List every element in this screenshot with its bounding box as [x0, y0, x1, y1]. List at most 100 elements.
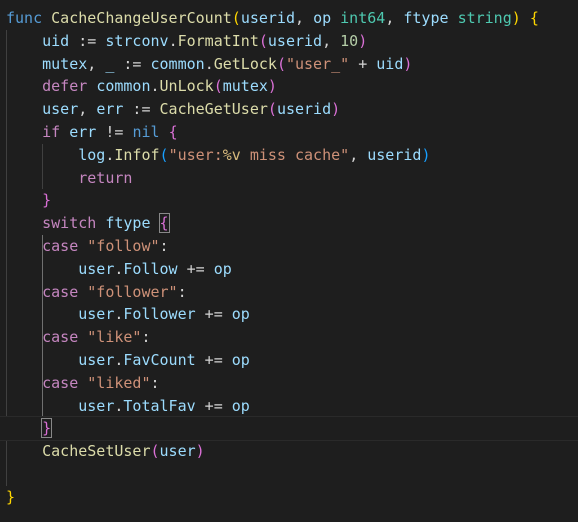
- code-token: userid: [276, 100, 332, 119]
- code-token: .: [168, 31, 178, 50]
- code-token: ,: [349, 145, 368, 164]
- code-line[interactable]: user.FavCount += op: [0, 349, 578, 372]
- code-token: :: [177, 282, 187, 301]
- code-token: .: [150, 77, 160, 96]
- code-token: :: [159, 237, 169, 255]
- code-token: return: [78, 168, 133, 187]
- code-token: Follow: [123, 259, 178, 278]
- code-line[interactable]: case "like":: [0, 326, 578, 349]
- code-token: common: [150, 54, 205, 73]
- code-token: case: [42, 237, 79, 255]
- code-token: .: [204, 54, 214, 73]
- code-token: UnLock: [159, 77, 214, 96]
- code-token: Infof: [114, 145, 160, 164]
- code-token: (: [231, 9, 241, 27]
- code-token: :=: [69, 31, 106, 50]
- code-line[interactable]: }: [0, 189, 578, 212]
- code-line[interactable]: uid := strconv.FormatInt(userid, 10): [0, 30, 578, 53]
- code-token: {: [168, 123, 178, 141]
- code-token: ,: [322, 31, 341, 50]
- code-token: string: [457, 9, 512, 27]
- code-line[interactable]: CacheSetUser(user): [0, 440, 578, 463]
- code-token: (: [159, 145, 169, 164]
- code-token: ,: [87, 54, 106, 73]
- code-token: }: [42, 191, 52, 210]
- code-token: defer: [42, 77, 88, 96]
- code-token: :=: [114, 54, 151, 73]
- code-token: 10: [340, 31, 359, 50]
- code-line[interactable]: user, err := CacheGetUser(userid): [0, 98, 578, 121]
- code-token: op: [231, 396, 250, 415]
- code-line[interactable]: log.Infof("user:%v miss cache", userid): [0, 144, 578, 167]
- code-token: switch: [42, 214, 97, 233]
- code-line[interactable]: mutex, _ := common.GetLock("user_" + uid…: [0, 53, 578, 76]
- code-token: +=: [195, 396, 232, 415]
- code-token: "user:: [168, 145, 223, 164]
- code-line[interactable]: user.Follower += op: [0, 303, 578, 326]
- code-token: (: [267, 100, 277, 119]
- code-token: user: [78, 305, 115, 324]
- code-line[interactable]: case "follow":: [0, 235, 578, 258]
- code-token: uid: [42, 31, 70, 50]
- code-line[interactable]: }: [0, 416, 578, 442]
- code-editor[interactable]: func CacheChangeUserCount(userid, op int…: [0, 0, 578, 522]
- code-token: miss cache": [240, 145, 350, 164]
- code-token: Follower: [123, 305, 196, 324]
- code-line[interactable]: case "follower":: [0, 281, 578, 304]
- code-token: case: [42, 328, 79, 347]
- code-line[interactable]: func CacheChangeUserCount(userid, op int…: [0, 7, 578, 30]
- code-token: :: [141, 328, 151, 347]
- code-token: CacheGetUser: [159, 100, 268, 119]
- code-token: "follow": [87, 237, 160, 255]
- code-line[interactable]: return: [0, 167, 578, 190]
- code-token: user: [78, 259, 115, 278]
- matched-bracket: }: [41, 418, 53, 439]
- code-token: ,: [78, 100, 97, 119]
- code-token: (: [213, 77, 223, 96]
- code-token: user: [78, 396, 115, 415]
- code-token: ): [511, 9, 521, 27]
- code-token: int64: [340, 9, 386, 27]
- code-token: userid: [367, 145, 422, 164]
- code-token: FavCount: [123, 351, 196, 369]
- code-line[interactable]: defer common.UnLock(mutex): [0, 75, 578, 98]
- code-token: +=: [195, 351, 232, 369]
- code-token: ftype: [403, 9, 449, 27]
- code-line[interactable]: [0, 463, 578, 486]
- code-token: op: [231, 305, 250, 324]
- code-token: "like": [87, 328, 142, 347]
- code-line[interactable]: }: [0, 486, 578, 509]
- code-line[interactable]: if err != nil {: [0, 121, 578, 144]
- code-line[interactable]: switch ftype {: [0, 212, 578, 235]
- code-token: CacheSetUser: [42, 442, 151, 461]
- code-token: +=: [177, 259, 214, 278]
- code-token: ftype: [105, 214, 151, 233]
- code-line[interactable]: case "liked":: [0, 372, 578, 395]
- code-token: TotalFav: [123, 396, 196, 415]
- code-token: user: [42, 100, 79, 119]
- code-token: err: [69, 123, 97, 141]
- code-line[interactable]: user.Follow += op: [0, 258, 578, 281]
- code-line[interactable]: user.TotalFav += op: [0, 395, 578, 418]
- code-token: nil: [132, 123, 160, 141]
- code-token: ): [267, 77, 277, 96]
